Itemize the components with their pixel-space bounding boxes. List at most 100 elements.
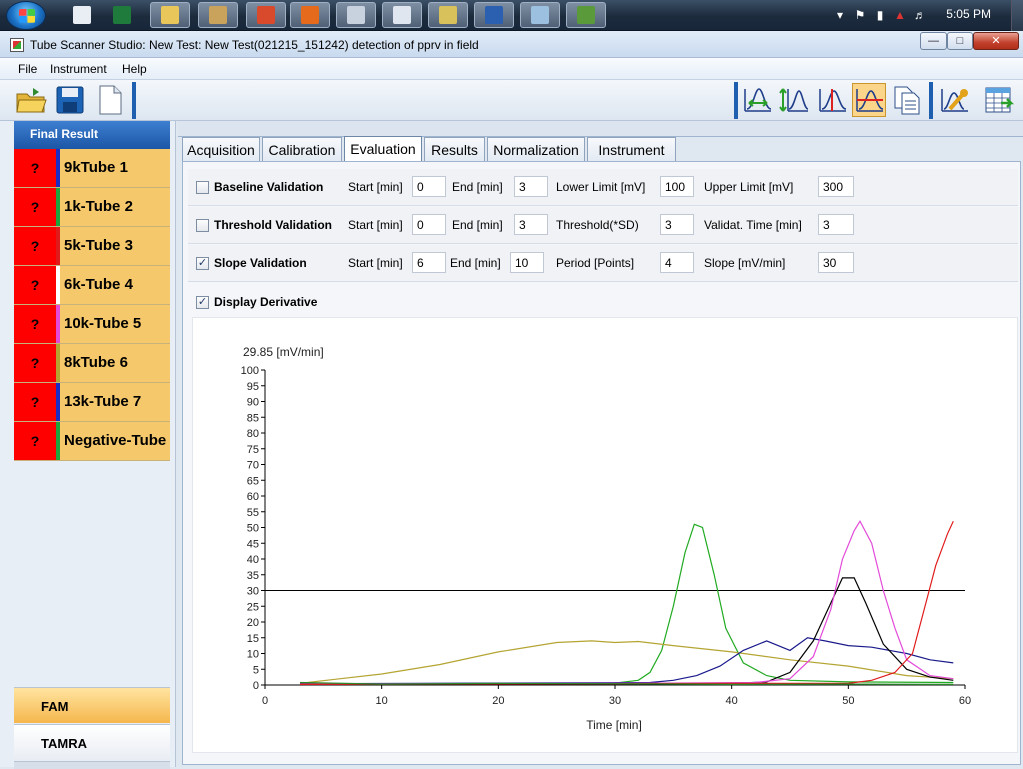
save-button[interactable]: [53, 83, 87, 117]
channel-tamra-button[interactable]: TAMRA: [14, 724, 170, 760]
tab-normalization[interactable]: Normalization: [487, 137, 585, 161]
slope-start-input[interactable]: 6: [412, 252, 446, 273]
threshold-start-input[interactable]: 0: [412, 214, 446, 235]
x-tick-label: 60: [959, 695, 971, 707]
curve-arrows-horizontal-icon: [744, 88, 772, 112]
copy-report-button[interactable]: [890, 83, 924, 117]
tube-name: 9kTube 1: [64, 159, 128, 176]
taskbar-app-button[interactable]: [102, 2, 142, 28]
slope-end-input[interactable]: 10: [510, 252, 544, 273]
validation-time-input[interactable]: 3: [818, 214, 854, 235]
y-tick-label: 25: [247, 601, 259, 613]
chart-scale-y-button[interactable]: [777, 83, 811, 117]
menu-instrument[interactable]: Instrument: [50, 62, 107, 76]
baseline-validation-row: Baseline Validation Start [min] 0 End [m…: [188, 169, 1018, 206]
lower-limit-input[interactable]: 100: [660, 176, 694, 197]
channel-more-button[interactable]: [14, 761, 170, 769]
explorer-icon: [161, 6, 179, 24]
y-tick-label: 50: [247, 523, 259, 535]
app-icon[interactable]: [10, 38, 24, 52]
threshold-end-input[interactable]: 3: [514, 214, 548, 235]
tube-status: ?: [14, 149, 56, 187]
close-button[interactable]: ✕: [973, 32, 1019, 50]
display-derivative-row: ✓ Display Derivative: [188, 287, 1018, 317]
chart-threshold-button[interactable]: [852, 83, 886, 117]
tab-results[interactable]: Results: [424, 137, 485, 161]
taskbar-app-button[interactable]: [246, 2, 286, 28]
tube-row[interactable]: ? 9kTube 1: [14, 149, 170, 188]
slope-validation-row: ✓ Slope Validation Start [min] 6 End [mi…: [188, 245, 1018, 282]
x-tick-label: 0: [262, 695, 268, 707]
tab-acquisition[interactable]: Acquisition: [182, 137, 260, 161]
taskbar-app-button[interactable]: [336, 2, 376, 28]
show-hidden-icons-icon[interactable]: ▾: [833, 8, 847, 22]
open-button[interactable]: [14, 83, 48, 117]
folder-icon: [439, 6, 457, 24]
chart-wrench-icon: [941, 89, 968, 112]
y-tick-label: 80: [247, 428, 259, 440]
baseline-end-input[interactable]: 3: [514, 176, 548, 197]
menu-help[interactable]: Help: [122, 62, 147, 76]
tab-instrument[interactable]: Instrument: [587, 137, 676, 161]
threshold-validation-checkbox[interactable]: [196, 219, 209, 232]
baseline-start-input[interactable]: 0: [412, 176, 446, 197]
tab-evaluation[interactable]: Evaluation: [344, 136, 422, 161]
volume-icon[interactable]: ♬: [913, 8, 927, 22]
save-disk-icon: [56, 86, 84, 114]
chart-series-line: [299, 520, 954, 685]
baseline-validation-checkbox[interactable]: [196, 181, 209, 194]
slope-validation-checkbox[interactable]: ✓: [196, 257, 209, 270]
y-tick-label: 10: [247, 649, 259, 661]
taskbar-app-button[interactable]: [62, 2, 102, 28]
power-icon[interactable]: ▮: [873, 8, 887, 22]
display-derivative-checkbox[interactable]: ✓: [196, 296, 209, 309]
tube-status: ?: [14, 227, 56, 265]
system-tray: ▾ ⚑ ▮ ▲ ♬ 5:05 PM: [803, 0, 1023, 31]
clock[interactable]: 5:05 PM: [946, 7, 991, 21]
taskbar-app-button[interactable]: [290, 2, 330, 28]
upper-limit-input[interactable]: 300: [818, 176, 854, 197]
tube-row[interactable]: ? 1k-Tube 2: [14, 188, 170, 227]
chart-baseline-button[interactable]: [815, 83, 849, 117]
threshold-sd-input[interactable]: 3: [660, 214, 694, 235]
edit-settings-button[interactable]: [937, 83, 971, 117]
taskbar-app-button[interactable]: [566, 2, 606, 28]
tube-color-swatch: [56, 305, 60, 343]
taskbar-app-button[interactable]: [474, 2, 514, 28]
taskbar-app-button[interactable]: [520, 2, 560, 28]
tube-row[interactable]: ? 8kTube 6: [14, 344, 170, 383]
tube-row[interactable]: ? Negative-Tube: [14, 422, 170, 461]
slope-start-label: Start [min]: [348, 256, 403, 270]
tube-row[interactable]: ? 6k-Tube 4: [14, 266, 170, 305]
taskbar-app-button[interactable]: [428, 2, 468, 28]
tube-name: 8kTube 6: [64, 354, 128, 371]
main-top-strip: [178, 121, 1023, 137]
taskbar-app-button[interactable]: [382, 2, 422, 28]
y-tick-label: 45: [247, 538, 259, 550]
tube-row[interactable]: ? 5k-Tube 3: [14, 227, 170, 266]
tube-row[interactable]: ? 10k-Tube 5: [14, 305, 170, 344]
maximize-button[interactable]: □: [947, 32, 973, 50]
export-table-button[interactable]: [982, 83, 1016, 117]
show-desktop-button[interactable]: [1011, 0, 1023, 31]
window-title: Tube Scanner Studio: New Test: New Test(…: [30, 38, 479, 52]
validation-time-label: Validat. Time [min]: [704, 218, 802, 232]
minimize-button[interactable]: —: [920, 32, 947, 50]
new-button[interactable]: [93, 83, 127, 117]
taskbar-app-button[interactable]: [150, 2, 190, 28]
tube-row[interactable]: ? 13k-Tube 7: [14, 383, 170, 422]
taskbar-app-button[interactable]: [198, 2, 238, 28]
threshold-end-label: End [min]: [452, 218, 503, 232]
start-button[interactable]: [6, 1, 46, 30]
menu-file[interactable]: File: [18, 62, 37, 76]
taskbar: ▾ ⚑ ▮ ▲ ♬ 5:05 PM: [0, 0, 1023, 31]
toolbar-separator: [929, 82, 933, 119]
baseline-end-label: End [min]: [452, 180, 503, 194]
chart-zoom-fit-button[interactable]: [740, 83, 774, 117]
network-icon[interactable]: ▲: [893, 8, 907, 22]
channel-fam-button[interactable]: FAM: [14, 687, 170, 723]
slope-mv-input[interactable]: 30: [818, 252, 854, 273]
tab-calibration[interactable]: Calibration: [262, 137, 342, 161]
period-points-input[interactable]: 4: [660, 252, 694, 273]
flag-icon[interactable]: ⚑: [853, 8, 867, 22]
